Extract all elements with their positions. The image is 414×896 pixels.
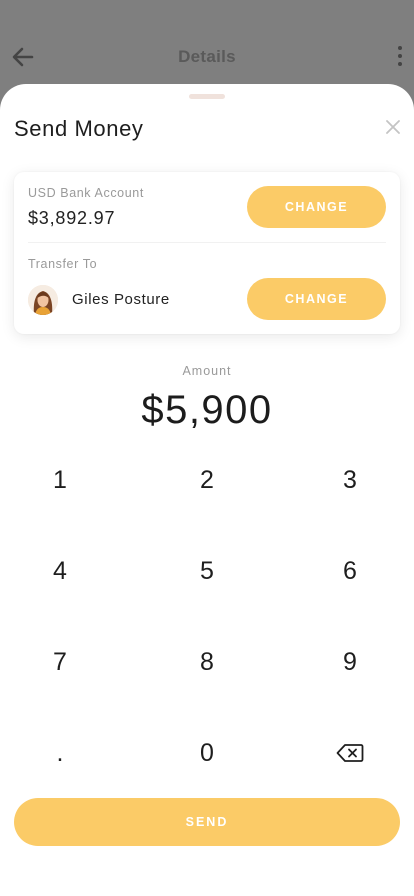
change-account-button[interactable]: CHANGE [247,186,386,228]
keypad-key-7[interactable]: 7 [0,632,120,692]
recipient-name: Giles Posture [72,291,170,308]
keypad-key-3[interactable]: 3 [290,450,410,510]
keypad-key-6[interactable]: 6 [290,541,410,601]
keypad-key-1[interactable]: 1 [0,450,120,510]
change-recipient-button[interactable]: CHANGE [247,278,386,320]
send-money-screen: Details Send Money USD Bank Account $3,8… [0,0,414,896]
amount-label: Amount [182,364,232,378]
account-label: USD Bank Account [28,186,144,200]
amount-value: $5,900 [141,388,273,432]
close-icon[interactable] [382,116,404,138]
keypad-key-9[interactable]: 9 [290,632,410,692]
send-button[interactable]: SEND [14,798,400,846]
account-balance: $3,892.97 [28,208,116,228]
sheet-grabber[interactable] [189,94,225,99]
sheet-title: Send Money [14,116,144,141]
keypad-key-decimal[interactable]: . [0,723,120,783]
card-divider [28,242,386,243]
keypad-key-2[interactable]: 2 [147,450,267,510]
send-money-sheet: Send Money USD Bank Account $3,892.97 CH… [0,84,414,896]
keypad-key-8[interactable]: 8 [147,632,267,692]
keypad-key-4[interactable]: 4 [0,541,120,601]
transfer-card: USD Bank Account $3,892.97 CHANGE Transf… [14,172,400,334]
background-title: Details [178,47,236,66]
keypad-key-5[interactable]: 5 [147,541,267,601]
transfer-to-label: Transfer To [28,257,98,271]
keypad-key-0[interactable]: 0 [147,723,267,783]
more-vertical-icon[interactable] [396,44,404,70]
avatar-icon [28,285,58,315]
backspace-icon[interactable] [290,723,410,783]
